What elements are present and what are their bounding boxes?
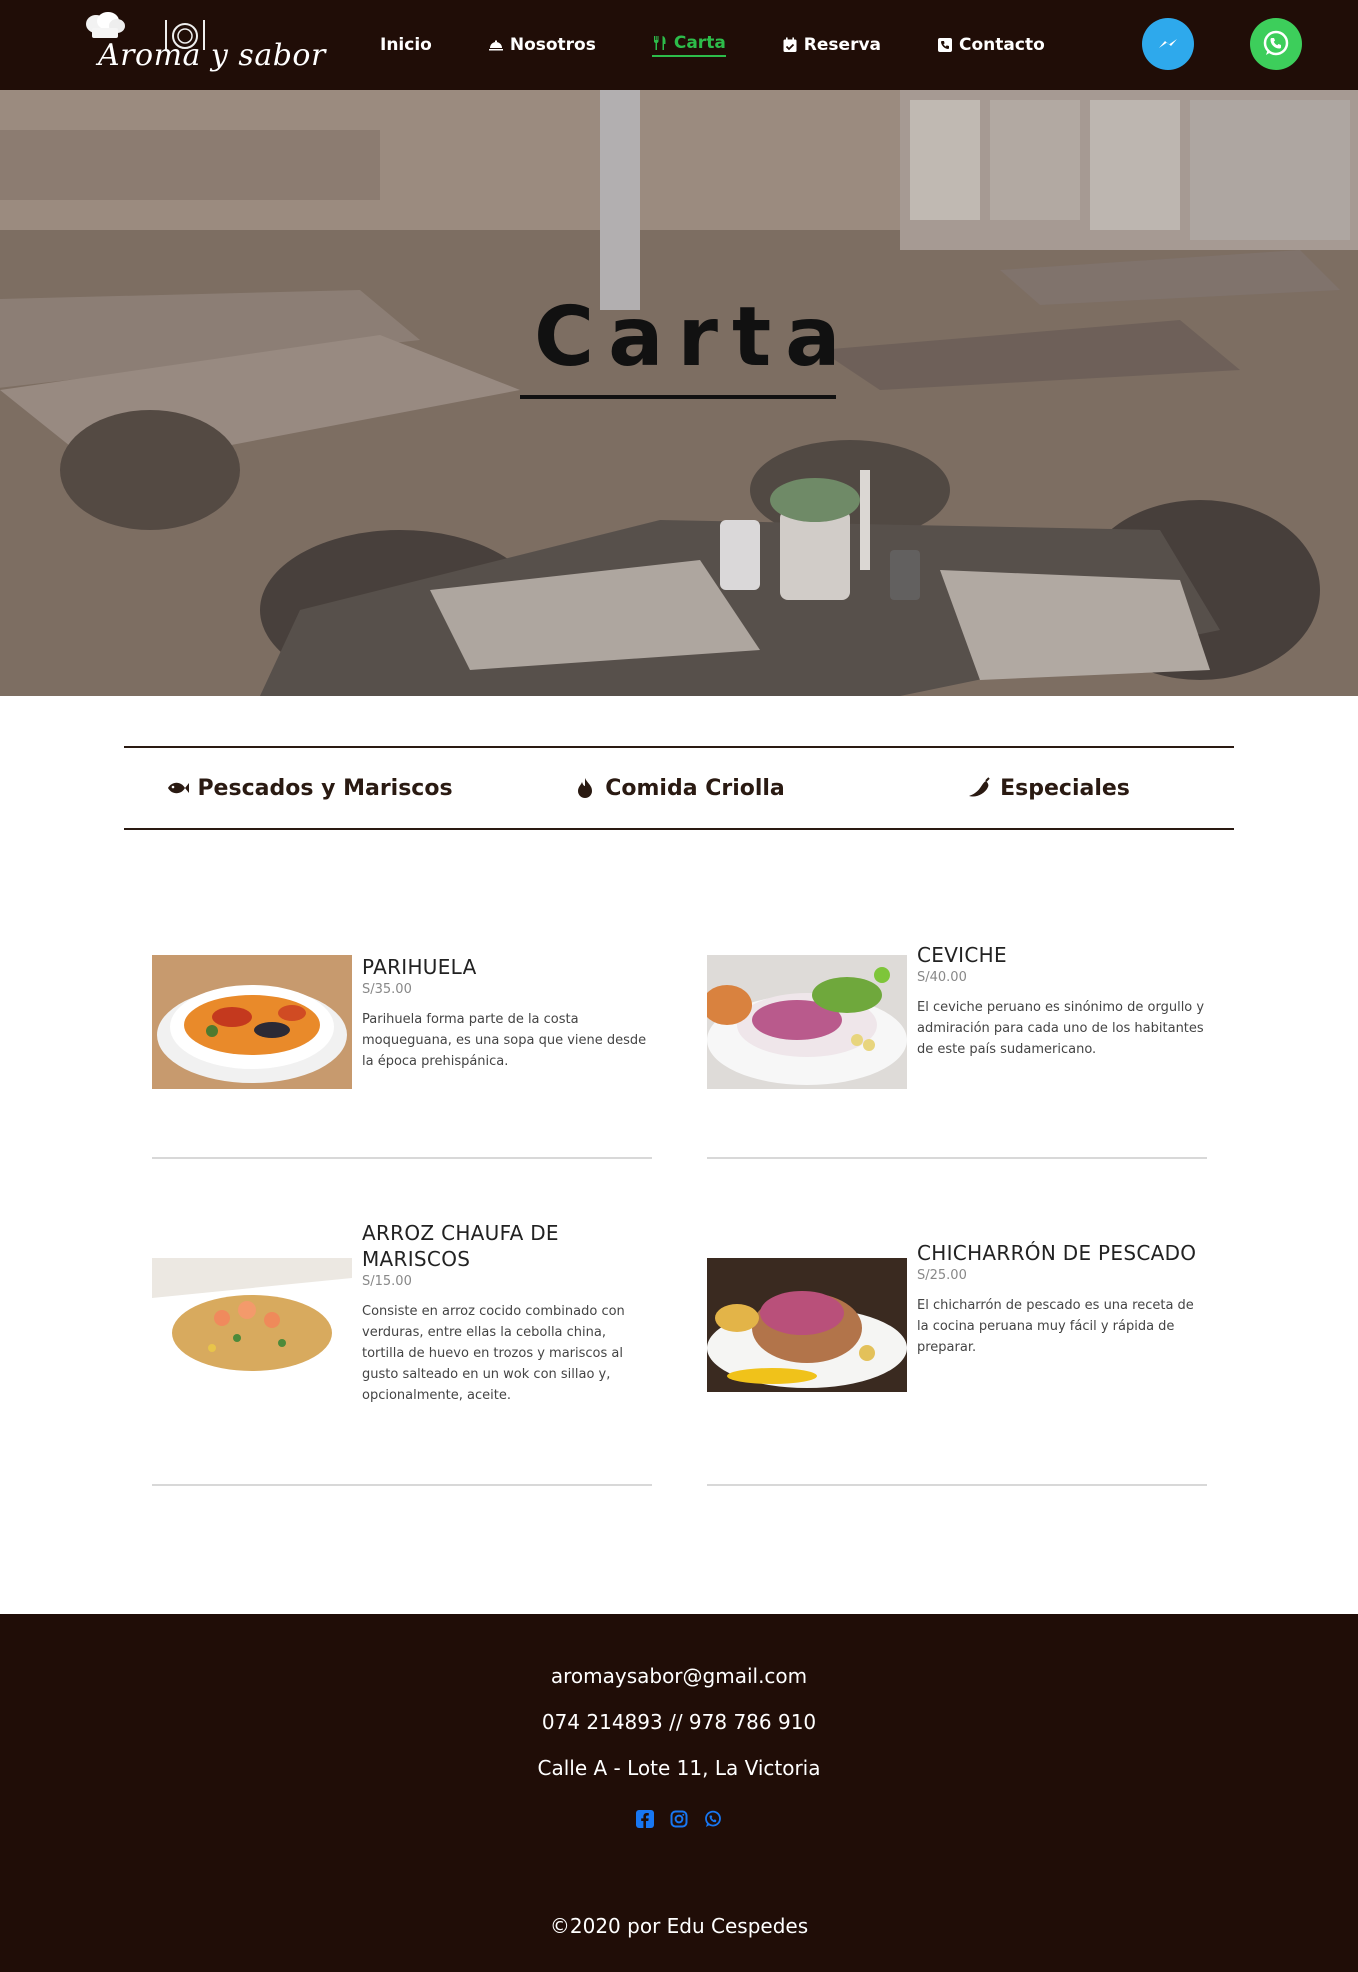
utensils-icon bbox=[653, 36, 666, 50]
chicharron-photo bbox=[707, 1258, 907, 1392]
tab-label: Especiales bbox=[1000, 775, 1130, 801]
nav-label: Carta bbox=[673, 33, 726, 53]
nav-label: Nosotros bbox=[509, 35, 596, 55]
tab-especiales[interactable]: Especiales bbox=[864, 776, 1234, 801]
nav-item-contacto[interactable]: Contacto bbox=[937, 35, 1045, 55]
footer-address: Calle A - Lote 11, La Victoria bbox=[537, 1756, 821, 1780]
ceviche-photo bbox=[707, 955, 907, 1089]
tab-comida-criolla[interactable]: Comida Criolla bbox=[494, 776, 864, 801]
item-price: S/25.00 bbox=[917, 1268, 967, 1283]
item-divider bbox=[152, 1484, 652, 1486]
top-navbar: Aroma y sabor Inicio Nosotros Carta Rese… bbox=[0, 0, 1358, 90]
hero-heading: Carta bbox=[520, 290, 855, 399]
page-title: Carta bbox=[534, 290, 855, 385]
whatsapp-button[interactable] bbox=[1250, 18, 1302, 70]
phone-square-icon bbox=[938, 38, 953, 52]
nav-label: Reserva bbox=[803, 35, 882, 55]
nav-item-inicio[interactable]: Inicio bbox=[380, 35, 432, 55]
nav-item-carta[interactable]: Carta bbox=[651, 33, 726, 57]
item-info: CEVICHE S/40.00 El ceviche peruano es si… bbox=[917, 942, 1207, 1060]
cloche-icon bbox=[488, 40, 503, 51]
footer-copyright: ©2020 por Edu Cespedes bbox=[549, 1914, 809, 1938]
nav-item-nosotros[interactable]: Nosotros bbox=[488, 35, 596, 55]
item-info: ARROZ CHAUFA DE MARISCOS S/15.00 Consist… bbox=[362, 1220, 652, 1406]
page-footer: aromaysabor@gmail.com 074 214893 // 978 … bbox=[0, 1614, 1358, 1972]
parihuela-photo bbox=[152, 955, 352, 1089]
messenger-button[interactable] bbox=[1142, 18, 1194, 70]
nav-label: Contacto bbox=[959, 35, 1045, 55]
item-divider bbox=[707, 1157, 1207, 1159]
item-divider bbox=[707, 1484, 1207, 1486]
pepper-icon bbox=[969, 777, 990, 797]
brand-logo[interactable]: Aroma y sabor bbox=[82, 8, 325, 84]
item-price: S/40.00 bbox=[917, 970, 967, 985]
hero-banner: Carta bbox=[0, 90, 1358, 696]
item-info: PARIHUELA S/35.00 Parihuela forma parte … bbox=[362, 954, 652, 1072]
menu-item-chicharron-pescado: CHICHARRÓN DE PESCADO S/25.00 El chichar… bbox=[707, 1220, 1207, 1490]
item-description: Consiste en arroz cocido combinado con v… bbox=[362, 1304, 625, 1403]
item-divider bbox=[152, 1157, 652, 1159]
item-description: El ceviche peruano es sinónimo de orgull… bbox=[917, 1000, 1205, 1057]
category-tabs: Pescados y Mariscos Comida Criolla Espec… bbox=[124, 746, 1234, 830]
social-links bbox=[0, 1810, 1358, 1828]
calendar-check-icon bbox=[783, 37, 797, 52]
footer-email[interactable]: aromaysabor@gmail.com bbox=[0, 1664, 1358, 1688]
whatsapp-icon bbox=[1263, 30, 1289, 56]
item-name: CHICHARRÓN DE PESCADO bbox=[917, 1241, 1197, 1265]
messenger-icon bbox=[1159, 39, 1177, 48]
footer-phones: 074 214893 // 978 786 910 bbox=[541, 1710, 817, 1734]
fish-icon bbox=[168, 782, 190, 794]
nav-label: Inicio bbox=[380, 35, 432, 55]
item-price: S/35.00 bbox=[362, 982, 412, 997]
item-description: Parihuela forma parte de la costa moqueg… bbox=[362, 1012, 647, 1069]
fire-icon bbox=[578, 778, 593, 798]
main-nav: Inicio Nosotros Carta Reserva Contacto bbox=[380, 0, 1101, 90]
tab-label: Comida Criolla bbox=[605, 775, 785, 801]
title-underline bbox=[520, 395, 836, 399]
menu-item-arroz-chaufa: ARROZ CHAUFA DE MARISCOS S/15.00 Consist… bbox=[152, 1220, 652, 1490]
nav-item-reserva[interactable]: Reserva bbox=[782, 35, 881, 55]
instagram-icon[interactable] bbox=[670, 1810, 688, 1828]
item-name: ARROZ CHAUFA DE MARISCOS bbox=[362, 1221, 559, 1271]
item-name: CEVICHE bbox=[917, 943, 1007, 967]
tab-pescados-mariscos[interactable]: Pescados y Mariscos bbox=[124, 776, 494, 801]
menu-item-ceviche: CEVICHE S/40.00 El ceviche peruano es si… bbox=[707, 940, 1207, 1160]
tab-label: Pescados y Mariscos bbox=[197, 775, 453, 801]
logo-text: Aroma y sabor bbox=[98, 38, 326, 73]
item-info: CHICHARRÓN DE PESCADO S/25.00 El chichar… bbox=[917, 1240, 1207, 1358]
arroz-chaufa-photo bbox=[152, 1258, 352, 1392]
item-name: PARIHUELA bbox=[362, 955, 477, 979]
item-description: El chicharrón de pescado es una receta d… bbox=[917, 1298, 1194, 1355]
menu-item-parihuela: PARIHUELA S/35.00 Parihuela forma parte … bbox=[152, 940, 652, 1160]
whatsapp-icon[interactable] bbox=[704, 1810, 722, 1828]
facebook-icon[interactable] bbox=[636, 1810, 654, 1828]
item-price: S/15.00 bbox=[362, 1274, 412, 1289]
